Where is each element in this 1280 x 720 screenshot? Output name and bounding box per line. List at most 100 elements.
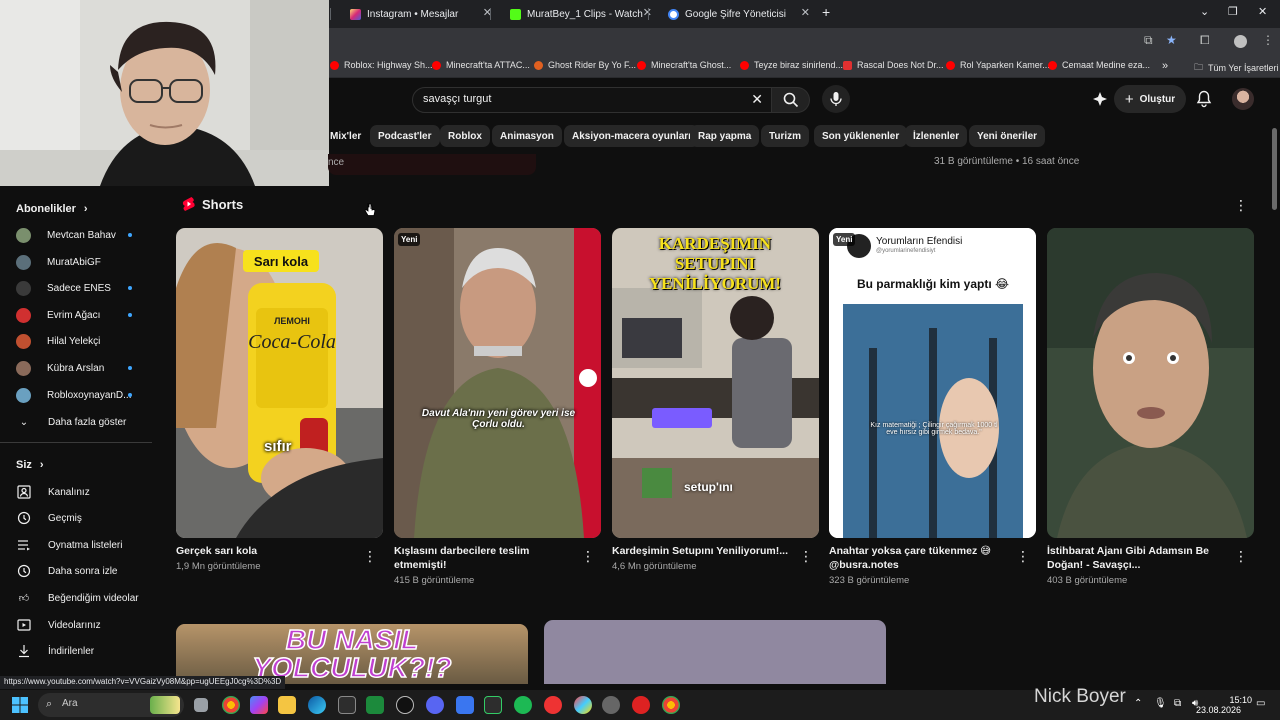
bookmarks-overflow-icon[interactable]: » [1162, 60, 1168, 72]
search-box[interactable]: savaşçı turgut ✕ [412, 87, 772, 113]
show-more-button[interactable]: ⌄ Daha fazla göster [16, 412, 146, 432]
clear-search-icon[interactable]: ✕ [751, 91, 763, 108]
sidebar-item-downloads[interactable]: İndirilenler [16, 641, 146, 661]
more-options-icon[interactable]: ⋮ [1016, 548, 1030, 565]
short-title[interactable]: Anahtar yoksa çare tükenmez 😅 @busra.not… [829, 544, 1009, 572]
discord-icon[interactable] [426, 696, 444, 714]
bookmark-item[interactable]: Rascal Does Not Dr... [843, 60, 944, 70]
short-card[interactable]: KARDEŞIMIN SETUPINI YENİLİYORUM! setup'ı… [612, 228, 819, 572]
chip[interactable]: Yeni öneriler [969, 125, 1046, 147]
you-heading[interactable]: Siz › [16, 459, 44, 471]
chrome-icon[interactable] [222, 696, 240, 714]
app-icon[interactable] [574, 696, 592, 714]
network-icon[interactable]: ⧉ [1174, 698, 1181, 709]
store-icon[interactable] [366, 696, 384, 714]
previous-video-thumb[interactable] [328, 154, 536, 175]
search-button[interactable] [772, 87, 810, 113]
chip[interactable]: Roblox [440, 125, 490, 147]
bookmark-item[interactable]: Cemaat Medine eza... [1048, 60, 1150, 70]
short-card[interactable]: İstihbarat Ajanı Gibi Adamsın Be Doğan! … [1047, 228, 1254, 586]
short-title[interactable]: İstihbarat Ajanı Gibi Adamsın Be Doğan! … [1047, 544, 1227, 572]
chevron-up-icon[interactable]: ⌃ [1134, 698, 1142, 709]
file-explorer-icon[interactable] [278, 696, 296, 714]
short-thumbnail[interactable] [1047, 228, 1254, 538]
tab-close-icon[interactable]: ✕ [801, 6, 810, 19]
app-icon[interactable] [544, 696, 562, 714]
sidebar-item-channel[interactable]: Kanalınız [16, 482, 146, 502]
bookmark-star-icon[interactable]: ★ [1166, 33, 1177, 47]
short-card[interactable]: Coca-Cola Sarı kola ЛЕМОНІ sıfır Gerçek … [176, 228, 383, 572]
more-options-icon[interactable]: ⋮ [581, 548, 595, 565]
short-title[interactable]: Gerçek sarı kola [176, 544, 356, 558]
create-button[interactable]: + Oluştur [1114, 85, 1186, 113]
copilot-icon[interactable] [250, 696, 268, 714]
taskbar-date[interactable]: 23.08.2026 [1196, 705, 1241, 715]
subscriptions-heading[interactable]: Abonelikler › [16, 203, 88, 215]
settings-gear-icon[interactable] [602, 696, 620, 714]
minecraft-icon[interactable] [484, 696, 502, 714]
sidebar-item-history[interactable]: Geçmiş [16, 508, 146, 528]
task-view-icon[interactable] [194, 698, 208, 712]
subscription-item[interactable]: Evrim Ağacı [16, 305, 146, 325]
chip[interactable]: Animasyon [492, 125, 562, 147]
subscription-item[interactable]: MuratAbiGF [16, 252, 146, 272]
shorts-more-options-icon[interactable]: ⋮ [1234, 197, 1248, 214]
bookmark-item[interactable]: Minecraft'ta Ghost... [637, 60, 731, 70]
restore-window-icon[interactable]: ❐ [1228, 5, 1238, 18]
short-title[interactable]: Kışlasını darbecilere teslim etmemişti! [394, 544, 574, 572]
tab-google-password[interactable]: Google Şifre Yöneticisi ✕ [648, 2, 816, 26]
short-thumbnail[interactable]: Coca-Cola Sarı kola ЛЕМОНІ sıfır [176, 228, 383, 538]
short-title[interactable]: Kardeşimin Setupını Yeniliyorum!... [612, 544, 792, 558]
subscription-item[interactable]: Sadece ENES [16, 278, 146, 298]
voice-search-button[interactable] [822, 85, 850, 113]
chip[interactable]: İzlenenler [905, 125, 968, 147]
bookmark-item[interactable]: Roblox: Highway Sh... [330, 60, 433, 70]
subscription-item[interactable]: Hilal Yelekçi [16, 331, 146, 351]
bookmark-item[interactable]: Ghost Rider By Yo F... [534, 60, 636, 70]
bookmark-item[interactable]: Teyze biraz sinirlend... [740, 60, 843, 70]
close-window-icon[interactable]: ✕ [1258, 5, 1267, 18]
short-card[interactable]: Yeni Davut Ala'nın yeni görev yeri ise Ç… [394, 228, 601, 586]
taskbar-search-box[interactable]: ⌕ [38, 693, 184, 717]
scrollbar-thumb[interactable] [1272, 128, 1277, 210]
chip[interactable]: Turizm [761, 125, 810, 147]
chip[interactable]: Mix'ler [322, 125, 369, 147]
microphone-icon[interactable]: 🎙︎ [1154, 698, 1167, 709]
github-icon[interactable] [396, 696, 414, 714]
more-options-icon[interactable]: ⋮ [799, 548, 813, 565]
search-input[interactable]: savaşçı turgut [423, 93, 491, 105]
app-icon[interactable] [338, 696, 356, 714]
bookmark-item[interactable]: Rol Yaparken Kamer... [946, 60, 1050, 70]
short-thumbnail[interactable]: Yeni Yorumların Efendisi @yorumlarinefen… [829, 228, 1036, 538]
tab-kick[interactable]: MuratBey_1 Clips - Watch Live o ✕ [490, 2, 658, 26]
sidebar-item-your-videos[interactable]: Videolarınız [16, 615, 146, 635]
subscription-item[interactable]: RobloxoynayanD... [16, 385, 146, 405]
cast-icon[interactable]: ⧉ [1144, 33, 1153, 48]
short-card[interactable]: Yeni Yorumların Efendisi @yorumlarinefen… [829, 228, 1036, 586]
new-tab-button[interactable]: + [822, 4, 830, 20]
chip[interactable]: Son yüklenenler [814, 125, 908, 147]
extensions-icon[interactable]: ⧠ [1200, 33, 1210, 48]
edge-icon[interactable] [308, 696, 326, 714]
chip[interactable]: Podcast'ler [370, 125, 440, 147]
short-thumbnail[interactable]: KARDEŞIMIN SETUPINI YENİLİYORUM! setup'ı… [612, 228, 819, 538]
account-avatar[interactable] [1232, 88, 1254, 110]
notification-icon[interactable]: ▭ [1256, 698, 1265, 709]
app-icon[interactable] [632, 696, 650, 714]
more-options-icon[interactable]: ⋮ [363, 548, 377, 565]
chrome-icon[interactable] [662, 696, 680, 714]
chip[interactable]: Rap yapma [690, 125, 760, 147]
short-thumbnail[interactable]: Yeni Davut Ala'nın yeni görev yeri ise Ç… [394, 228, 601, 538]
menu-kebab-icon[interactable]: ⋮ [1262, 33, 1274, 47]
profile-icon[interactable] [1234, 35, 1247, 48]
bookmarks-folder[interactable]: 🗀 Tüm Yer İşaretleri [1194, 60, 1279, 76]
windows-start-icon[interactable] [12, 697, 28, 713]
notifications-bell-icon[interactable] [1196, 90, 1212, 108]
subscription-item[interactable]: Mevtcan Bahav [16, 225, 146, 245]
app-icon[interactable] [456, 696, 474, 714]
bookmark-item[interactable]: Minecraft'ta ATTAC... [432, 60, 530, 70]
sidebar-item-watch-later[interactable]: Daha sonra izle [16, 561, 146, 581]
tab-instagram[interactable]: Instagram • Mesajlar ✕ [330, 2, 498, 26]
sparkle-icon[interactable] [1092, 91, 1108, 107]
spotify-icon[interactable] [514, 696, 532, 714]
